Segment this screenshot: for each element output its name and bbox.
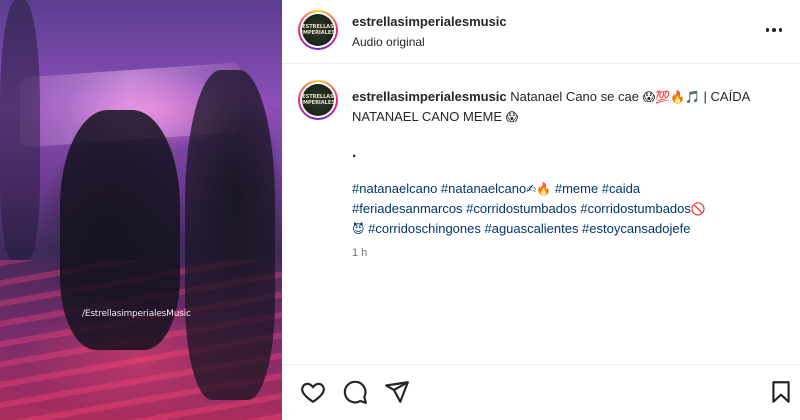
caption-emojis: 😱💯🔥🎵 [642,90,700,104]
caption-emoji: 😱 [505,110,519,124]
hashtag-link[interactable]: #corridoschingones #aguascalientes #esto… [368,221,690,236]
brand-logo: ESTRELLAS IMPERIALES [302,14,334,46]
post-header: ESTRELLAS IMPERIALES estrellasimperiales… [282,0,800,64]
caption-text: estrellasimperialesmusic Natanael Cano s… [352,87,782,239]
post-username[interactable]: estrellasimperialesmusic [352,14,507,29]
avatar[interactable]: ESTRELLAS IMPERIALES [298,10,338,50]
caption-emoji: ✍🔥 [526,182,552,196]
caption-emoji: 🚫 [690,202,706,216]
share-icon[interactable] [384,379,410,405]
caption-dot: . [352,144,357,161]
heart-icon[interactable] [300,379,326,405]
action-bar [282,364,800,420]
caption-emoji: 😈 [352,222,365,236]
post-timestamp[interactable]: 1 h [352,247,367,259]
video-watermark: /EstrellasimperialesMusic [82,309,191,319]
hashtag-link[interactable]: #feriadesanmarcos #corridostumbados #cor… [352,201,691,216]
bookmark-icon[interactable] [768,379,794,405]
post-media[interactable]: /EstrellasimperialesMusic [0,0,282,420]
caption-line: Natanael Cano se cae [510,89,639,104]
post-details-panel: ESTRELLAS IMPERIALES estrellasimperiales… [282,0,800,420]
caption-username[interactable]: estrellasimperialesmusic [352,89,507,104]
hashtags: #natanaelcano #natanaelcano✍🔥 #meme #cai… [352,179,782,239]
hashtag-link[interactable]: #meme #caida [555,181,640,196]
comment-icon[interactable] [342,379,368,405]
brand-logo: ESTRELLAS IMPERIALES [302,84,334,116]
person-figure [185,70,275,400]
caption-avatar[interactable]: ESTRELLAS IMPERIALES [298,80,338,120]
person-figure-left [0,0,40,260]
audio-label[interactable]: Audio original [352,35,425,49]
more-options-icon[interactable] [762,20,786,40]
hashtag-link[interactable]: #natanaelcano #natanaelcano [352,181,526,196]
caption-area: ESTRELLAS IMPERIALES estrellasimperiales… [282,64,800,364]
